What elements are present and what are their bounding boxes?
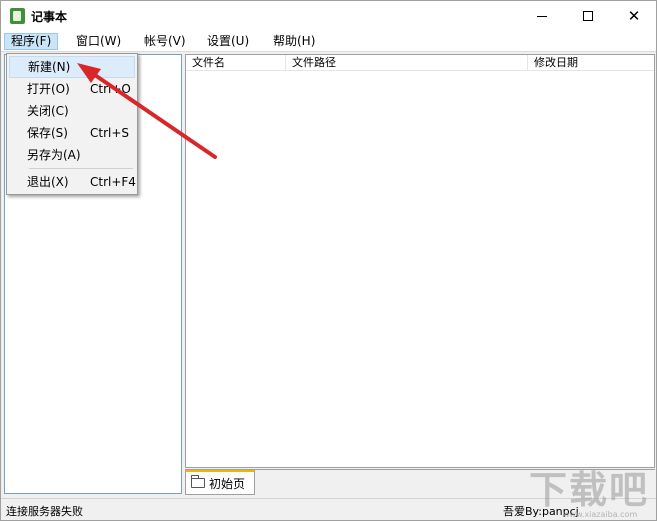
menu-help[interactable]: 帮助(H) (267, 33, 321, 50)
menu-item-save-as[interactable]: 另存为(A) (9, 144, 135, 166)
menu-account[interactable]: 帐号(V) (138, 33, 192, 50)
title-bar[interactable]: 记事本 ✕ (1, 1, 656, 31)
close-button[interactable]: ✕ (611, 1, 657, 31)
minimize-icon (537, 15, 547, 17)
menu-window[interactable]: 窗口(W) (70, 33, 127, 50)
notepad-app-icon (10, 8, 25, 24)
tab-label: 初始页 (209, 476, 246, 491)
menu-item-label: 关闭(C) (27, 104, 69, 118)
menu-item-label: 保存(S) (27, 126, 68, 140)
menu-item-shortcut: Ctrl+O (90, 82, 131, 96)
menu-separator (29, 168, 133, 169)
column-header-filename[interactable]: 文件名 (186, 55, 286, 71)
menu-bar: 程序(F) 窗口(W) 帐号(V) 设置(U) 帮助(H) (1, 31, 656, 52)
file-list-pane[interactable]: 文件名 文件路径 修改日期 (185, 54, 655, 468)
menu-program[interactable]: 程序(F) (4, 33, 59, 50)
maximize-icon (583, 11, 593, 21)
tab-start-page[interactable]: 初始页 (185, 470, 255, 495)
connection-status: 连接服务器失败 (6, 505, 83, 518)
app-window: 记事本 ✕ 程序(F) 窗口(W) 帐号(V) 设置(U) 帮助(H) 文件名 … (0, 0, 657, 521)
program-menu-dropdown: 新建(N) 打开(O) Ctrl+O 关闭(C) 保存(S) Ctrl+S 另存… (6, 53, 138, 195)
menu-item-close[interactable]: 关闭(C) (9, 100, 135, 122)
column-header-modified-date[interactable]: 修改日期 (528, 55, 654, 71)
menu-item-label: 另存为(A) (27, 148, 81, 162)
menu-item-shortcut: Ctrl+S (90, 126, 130, 140)
minimize-button[interactable] (519, 1, 565, 31)
close-icon: ✕ (627, 6, 641, 25)
maximize-button[interactable] (565, 1, 611, 31)
menu-item-label: 新建(N) (28, 60, 71, 74)
column-header-filepath[interactable]: 文件路径 (286, 55, 528, 71)
menu-item-shortcut: Ctrl+F4 (90, 175, 136, 189)
folder-icon (191, 475, 205, 488)
menu-item-label: 退出(X) (27, 175, 69, 189)
menu-item-save[interactable]: 保存(S) Ctrl+S (9, 122, 135, 144)
file-list-header: 文件名 文件路径 修改日期 (186, 55, 654, 71)
site-watermark-url: www.xiazaiba.com (563, 510, 638, 519)
menu-item-label: 打开(O) (27, 82, 70, 96)
menu-item-new[interactable]: 新建(N) (9, 56, 135, 78)
menu-item-exit[interactable]: 退出(X) Ctrl+F4 (9, 171, 136, 193)
menu-settings[interactable]: 设置(U) (201, 33, 255, 50)
window-title: 记事本 (31, 10, 68, 24)
menu-item-open[interactable]: 打开(O) Ctrl+O (9, 78, 135, 100)
